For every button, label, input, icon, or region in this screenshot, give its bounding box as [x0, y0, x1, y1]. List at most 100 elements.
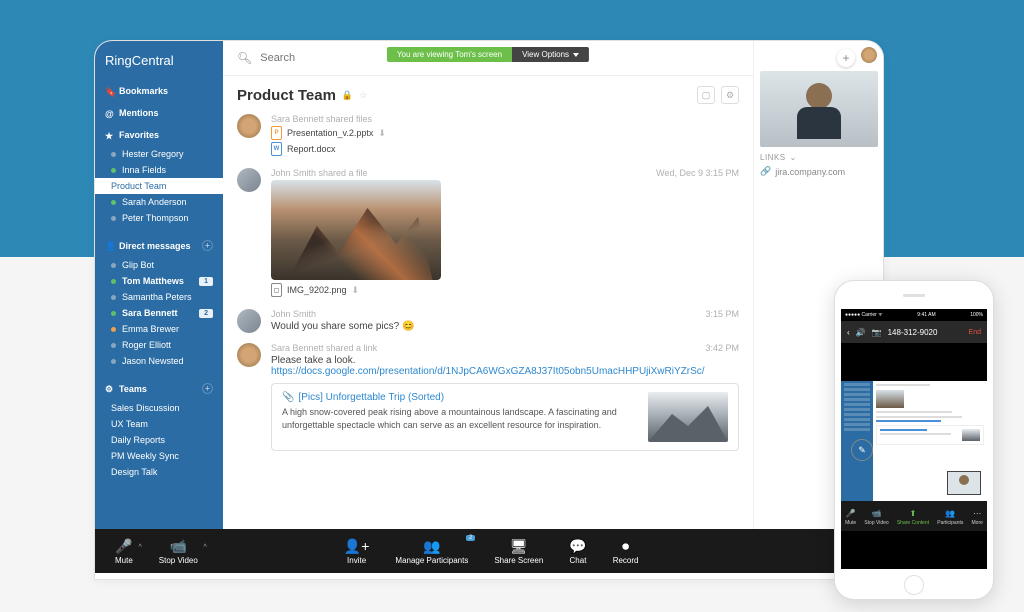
chevron-up-icon[interactable]: ^	[204, 544, 207, 551]
chat-button[interactable]: 💬Chat	[569, 537, 586, 565]
share-icon: ⬆	[910, 509, 917, 519]
sidebar-item-product-team[interactable]: Product Team	[95, 178, 223, 194]
unread-badge: 2	[199, 309, 213, 318]
sidebar-team-sales[interactable]: Sales Discussion	[95, 400, 223, 416]
record-button[interactable]: ⏺Record	[613, 537, 639, 565]
invite-button[interactable]: 👤+Invite	[344, 537, 370, 565]
banner-options-button[interactable]: View Options	[512, 47, 589, 62]
add-team-button[interactable]: +	[202, 383, 213, 394]
message-author: John Smith shared a file	[271, 168, 368, 178]
avatar[interactable]	[237, 168, 261, 192]
sidebar-bookmarks[interactable]: 🔖Bookmarks	[95, 80, 223, 102]
meeting-toolbar: 🎤Mute^ 📹Stop Video^ 👤+Invite 👥2Manage Pa…	[95, 529, 883, 573]
brand-logo: RingCentral	[95, 41, 223, 80]
sidebar-dm-samantha[interactable]: Samantha Peters	[95, 289, 223, 305]
download-icon[interactable]: ⬇	[352, 285, 360, 296]
phone-number: 148-312-9020	[888, 328, 938, 337]
sidebar-item-hester[interactable]: Hester Gregory	[95, 146, 223, 162]
chevron-down-icon	[573, 53, 579, 57]
phone-participants-button[interactable]: 👥Participants	[937, 509, 963, 526]
end-call-button[interactable]: End	[969, 329, 981, 336]
link-preview-card[interactable]: 📎[Pics] Unforgettable Trip (Sorted) A hi…	[271, 383, 739, 451]
sidebar-dm-glip[interactable]: Glip Bot	[95, 257, 223, 273]
sidebar-dm-tom[interactable]: Tom Matthews1	[95, 273, 223, 289]
team-icon: ⚙	[105, 384, 114, 393]
video-participant[interactable]	[760, 71, 878, 147]
phone-screen: ●●●●● Carrier ᯤ 9:41 AM 100% ‹ 🔊 📷 148-3…	[841, 309, 987, 569]
signal-icon: ●●●●●	[845, 312, 860, 318]
phone-call-header: ‹ 🔊 📷 148-312-9020 End	[841, 321, 987, 343]
mute-button[interactable]: 🎤Mute^	[115, 537, 133, 565]
image-file-icon: ▢	[271, 283, 282, 297]
file-attachment[interactable]: ▢IMG_9202.png⬇	[271, 283, 739, 297]
lock-icon: 🔒	[342, 90, 353, 101]
add-participant-button[interactable]: +	[837, 49, 855, 67]
sidebar-dm-sara[interactable]: Sara Bennett2	[95, 305, 223, 321]
image-attachment[interactable]	[271, 180, 441, 280]
presence-dot-icon	[111, 327, 116, 332]
chevron-up-icon[interactable]: ^	[139, 544, 142, 551]
phone-shared-screen: ✎	[841, 381, 987, 501]
presence-dot-icon	[111, 359, 116, 364]
sidebar-team-pm[interactable]: PM Weekly Sync	[95, 448, 223, 464]
sidebar-team-design[interactable]: Design Talk	[95, 464, 223, 480]
sidebar-team-ux[interactable]: UX Team	[95, 416, 223, 432]
channel-header: Product Team 🔒 ☆ ▢ ⚙	[223, 76, 753, 114]
link-item[interactable]: 🔗jira.company.com	[760, 162, 877, 181]
settings-button[interactable]: ⚙	[721, 86, 739, 104]
phone-frame: ●●●●● Carrier ᯤ 9:41 AM 100% ‹ 🔊 📷 148-3…	[834, 280, 994, 600]
phone-more-button[interactable]: ⋯More	[972, 509, 983, 526]
sidebar-dm-roger[interactable]: Roger Elliott	[95, 337, 223, 353]
star-outline-icon[interactable]: ☆	[359, 90, 367, 101]
phone-stop-video-button[interactable]: 📹Stop Video	[864, 509, 888, 526]
card-thumbnail	[648, 392, 728, 442]
presence-dot-icon	[111, 343, 116, 348]
avatar[interactable]	[237, 114, 261, 138]
presence-dot-icon	[111, 168, 116, 173]
sidebar-mentions[interactable]: @Mentions	[95, 102, 223, 124]
phone-share-button[interactable]: ⬆Share Content	[897, 509, 929, 526]
message-text: Please take a look.	[271, 355, 739, 366]
sidebar-teams-header: ⚙Teams+	[95, 377, 223, 400]
phone-toolbar: 🎤Mute 📹Stop Video ⬆Share Content 👥Partic…	[841, 501, 987, 531]
message: Sara Bennett shared a link3:42 PM Please…	[237, 343, 739, 451]
sidebar-dm-emma[interactable]: Emma Brewer	[95, 321, 223, 337]
mic-icon: 🎤	[846, 509, 856, 519]
phone-mute-button[interactable]: 🎤Mute	[845, 509, 856, 526]
wifi-icon: ᯤ	[878, 312, 883, 318]
message-time: 3:42 PM	[705, 343, 739, 353]
back-icon[interactable]: ‹	[847, 328, 850, 337]
self-view[interactable]	[947, 471, 981, 495]
download-icon[interactable]: ⬇	[378, 128, 386, 139]
user-avatar[interactable]	[861, 47, 877, 63]
message-time: 3:15 PM	[705, 309, 739, 319]
links-section-title: LINKS ⌄	[760, 153, 877, 162]
sidebar-dm-jason[interactable]: Jason Newsted	[95, 353, 223, 369]
presence-dot-icon	[111, 295, 116, 300]
sidebar-item-inna[interactable]: Inna Fields	[95, 162, 223, 178]
stop-video-button[interactable]: 📹Stop Video^	[159, 537, 198, 565]
avatar[interactable]	[237, 343, 261, 367]
message-author: John Smith	[271, 309, 316, 319]
phone-home-button[interactable]	[904, 575, 924, 595]
sidebar-item-peter[interactable]: Peter Thompson	[95, 210, 223, 226]
share-screen-button[interactable]: 🖥Share Screen	[494, 537, 543, 565]
sidebar-item-sarah[interactable]: Sarah Anderson	[95, 194, 223, 210]
at-icon: @	[105, 109, 114, 118]
chevron-down-icon[interactable]: ⌄	[790, 153, 797, 162]
file-attachment[interactable]: PPresentation_v.2.pptx⬇	[271, 126, 739, 140]
avatar[interactable]	[237, 309, 261, 333]
message-link[interactable]: https://docs.google.com/presentation/d/1…	[271, 366, 739, 377]
sidebar-team-daily[interactable]: Daily Reports	[95, 432, 223, 448]
main-panel: You are viewing Tom's screen View Option…	[223, 41, 753, 529]
annotate-button[interactable]: ✎	[851, 439, 873, 461]
manage-participants-button[interactable]: 👥2Manage Participants	[395, 537, 468, 565]
add-dm-button[interactable]: +	[202, 240, 213, 251]
camera-icon: 📹	[170, 537, 187, 555]
file-attachment[interactable]: WReport.docx	[271, 142, 739, 156]
presence-dot-icon	[111, 200, 116, 205]
camera-flip-icon[interactable]: 📷	[872, 328, 882, 337]
phone-clock: 9:41 AM	[917, 312, 935, 318]
video-call-button[interactable]: ▢	[697, 86, 715, 104]
speaker-icon[interactable]: 🔊	[856, 328, 866, 337]
